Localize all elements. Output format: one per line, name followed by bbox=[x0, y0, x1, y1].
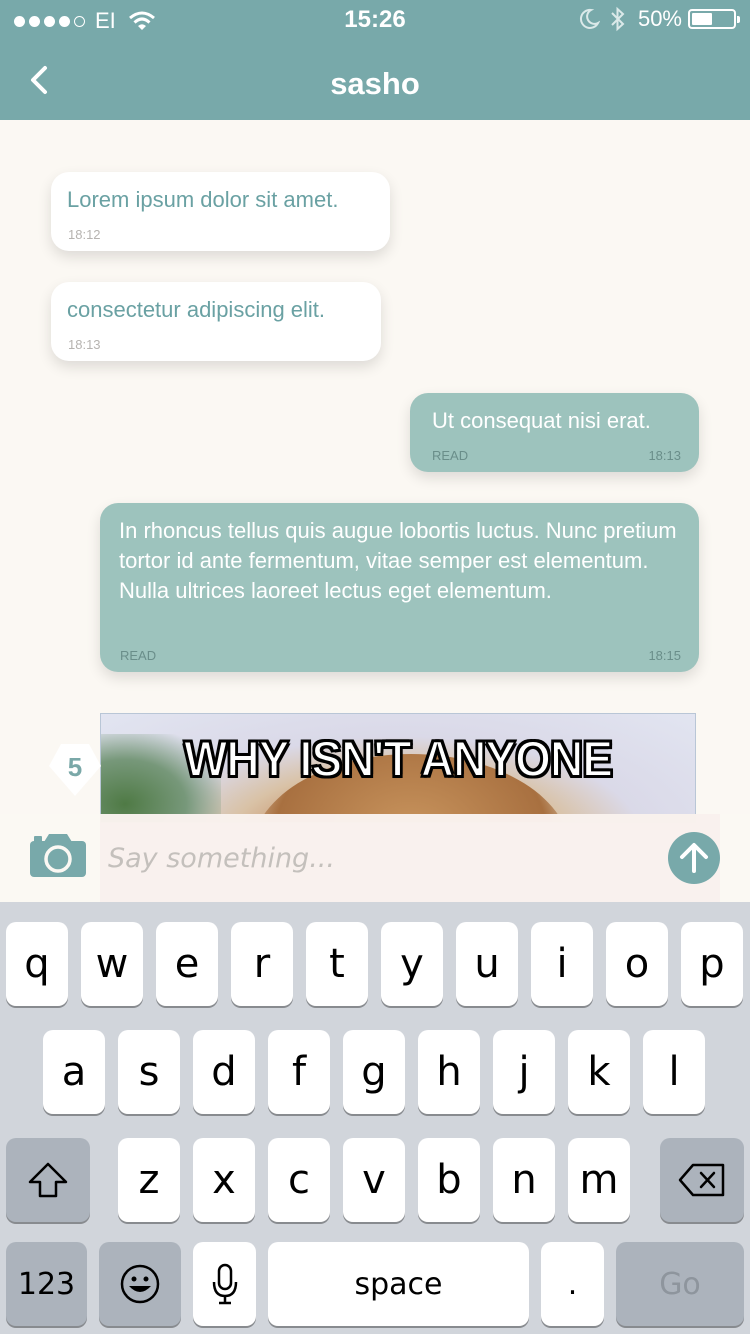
image-message[interactable]: WHY ISN'T ANYONE bbox=[100, 713, 696, 823]
chat-title: sasho bbox=[330, 66, 420, 101]
unread-badge-count: 5 bbox=[67, 752, 83, 782]
message-text: Lorem ipsum dolor sit amet. bbox=[67, 187, 339, 212]
message-time: 18:15 bbox=[648, 648, 681, 663]
message-text: Ut consequat nisi erat. bbox=[432, 408, 651, 433]
key-z[interactable]: z bbox=[118, 1138, 180, 1222]
emoji-key[interactable] bbox=[99, 1242, 181, 1326]
key-q[interactable]: q bbox=[6, 922, 68, 1006]
go-key[interactable]: Go bbox=[616, 1242, 744, 1326]
message-composer bbox=[0, 814, 750, 902]
key-y[interactable]: y bbox=[381, 922, 443, 1006]
key-o[interactable]: o bbox=[606, 922, 668, 1006]
message-time: 18:13 bbox=[648, 448, 681, 463]
backspace-key[interactable] bbox=[660, 1138, 744, 1222]
backspace-icon bbox=[678, 1163, 725, 1197]
message-text: In rhoncus tellus quis augue lobortis lu… bbox=[119, 518, 677, 603]
read-receipt: READ bbox=[432, 448, 469, 463]
send-button[interactable] bbox=[668, 832, 720, 884]
shift-icon bbox=[28, 1162, 68, 1198]
camera-button[interactable] bbox=[28, 832, 88, 882]
key-k[interactable]: k bbox=[568, 1030, 630, 1114]
moon-icon bbox=[579, 8, 600, 29]
emoji-icon bbox=[120, 1264, 160, 1304]
message-time: 18:12 bbox=[68, 227, 101, 242]
message-outgoing[interactable]: Ut consequat nisi erat. READ 18:13 bbox=[410, 393, 699, 472]
key-p[interactable]: p bbox=[681, 922, 743, 1006]
camera-icon bbox=[30, 834, 86, 877]
bluetooth-icon bbox=[611, 6, 625, 32]
key-r[interactable]: r bbox=[231, 922, 293, 1006]
key-g[interactable]: g bbox=[343, 1030, 405, 1114]
battery-icon bbox=[688, 9, 740, 29]
key-x[interactable]: x bbox=[193, 1138, 255, 1222]
key-b[interactable]: b bbox=[418, 1138, 480, 1222]
key-f[interactable]: f bbox=[268, 1030, 330, 1114]
message-text: consectetur adipiscing elit. bbox=[67, 297, 326, 322]
microphone-icon bbox=[212, 1263, 237, 1305]
key-n[interactable]: n bbox=[493, 1138, 555, 1222]
key-c[interactable]: c bbox=[268, 1138, 330, 1222]
key-u[interactable]: u bbox=[456, 922, 518, 1006]
key-e[interactable]: e bbox=[156, 922, 218, 1006]
key-w[interactable]: w bbox=[81, 922, 143, 1006]
arrow-up-icon bbox=[680, 843, 708, 873]
keyboard: q w e r t y u i o p a s d f g h j k l z … bbox=[0, 902, 750, 1334]
status-bar: EI 15:26 50% bbox=[0, 0, 750, 40]
key-t[interactable]: t bbox=[306, 922, 368, 1006]
meme-caption: WHY ISN'T ANYONE bbox=[183, 730, 614, 788]
message-outgoing[interactable]: In rhoncus tellus quis augue lobortis lu… bbox=[100, 503, 699, 672]
key-m[interactable]: m bbox=[568, 1138, 630, 1222]
key-j[interactable]: j bbox=[493, 1030, 555, 1114]
key-d[interactable]: d bbox=[193, 1030, 255, 1114]
read-receipt: READ bbox=[120, 648, 157, 663]
key-h[interactable]: h bbox=[418, 1030, 480, 1114]
message-time: 18:13 bbox=[68, 337, 101, 352]
microphone-key[interactable] bbox=[193, 1242, 256, 1326]
key-l[interactable]: l bbox=[643, 1030, 705, 1114]
key-i[interactable]: i bbox=[531, 922, 593, 1006]
battery-percent: 50% bbox=[637, 6, 682, 31]
key-v[interactable]: v bbox=[343, 1138, 405, 1222]
chat-header: sasho bbox=[0, 40, 750, 120]
battery-level-fill bbox=[692, 13, 712, 25]
message-incoming[interactable]: consectetur adipiscing elit. 18:13 bbox=[51, 282, 381, 361]
key-a[interactable]: a bbox=[43, 1030, 105, 1114]
period-key[interactable]: . bbox=[541, 1242, 604, 1326]
space-key[interactable]: space bbox=[268, 1242, 529, 1326]
message-input[interactable] bbox=[100, 814, 720, 902]
shift-key[interactable] bbox=[6, 1138, 90, 1222]
message-incoming[interactable]: Lorem ipsum dolor sit amet. 18:12 bbox=[51, 172, 390, 251]
key-s[interactable]: s bbox=[118, 1030, 180, 1114]
numbers-key[interactable]: 123 bbox=[6, 1242, 87, 1326]
